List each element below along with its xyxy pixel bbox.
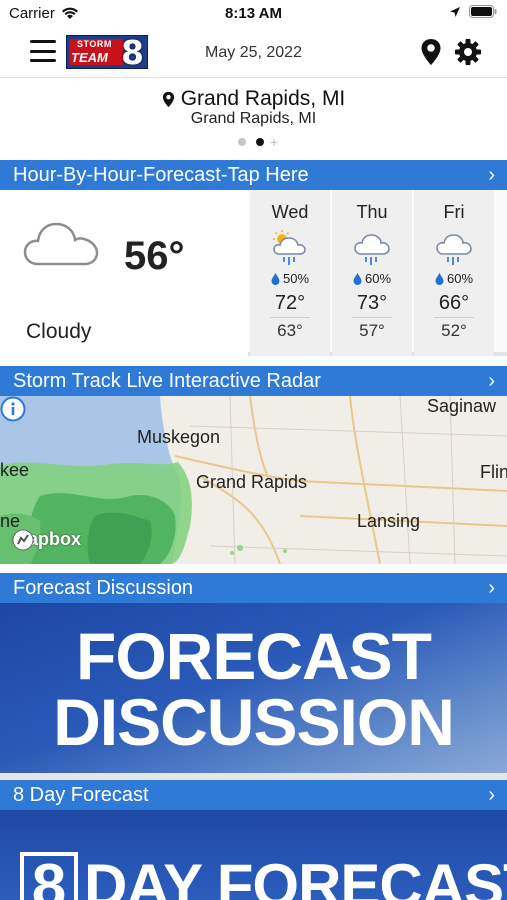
settings-button[interactable] (454, 38, 482, 66)
mapbox-attribution[interactable]: mapbox (12, 529, 81, 551)
forecast-day[interactable]: Thu 60% 73° 57° (332, 190, 412, 356)
precip-chance: 50% (250, 271, 330, 286)
forecast-low: 52° (441, 321, 467, 340)
raindrop-icon (435, 272, 444, 285)
banner-title-line2: DISCUSSION (53, 685, 455, 759)
forecast-low: 57° (359, 321, 385, 340)
precip-value: 60% (446, 271, 474, 286)
raindrop-icon (353, 272, 362, 285)
eight-day-forecast-bar[interactable]: 8 Day Forecast › (0, 780, 507, 810)
forecast-high: 73° (356, 292, 388, 314)
forecast-discussion-banner[interactable]: FORECAST DISCUSSION (0, 603, 507, 773)
gear-icon (455, 39, 481, 65)
eight-day-banner[interactable]: 8 DAY FORECAST (0, 810, 507, 900)
clock: 8:13 AM (225, 5, 282, 22)
page-indicator[interactable]: + (238, 135, 278, 149)
divider (0, 773, 507, 780)
hourly-forecast-bar[interactable]: Hour-By-Hour-Forecast-Tap Here › (0, 160, 507, 190)
forecast-day-name: Fri (443, 202, 465, 222)
page-dot[interactable] (238, 138, 246, 146)
info-icon[interactable] (0, 396, 26, 422)
banner-title-line1: FORECAST (76, 619, 432, 693)
map-label: Grand Rapids (196, 472, 308, 492)
location-title: Grand Rapids, MI (0, 87, 507, 111)
location-name: Grand Rapids, MI (180, 87, 346, 110)
location-panel[interactable]: Grand Rapids, MI Grand Rapids, MI + (0, 78, 507, 158)
partly-sunny-rain-icon (273, 230, 306, 265)
map-label: Flin (480, 462, 507, 482)
status-right (449, 5, 497, 18)
map-label: kee (0, 460, 30, 480)
chevron-right-icon: › (488, 577, 495, 599)
map-pin-icon (421, 39, 441, 65)
rain-icon (436, 234, 472, 265)
location-subtitle: Grand Rapids, MI (190, 110, 317, 127)
map-label: Muskegon (137, 427, 221, 447)
radar-label: Storm Track Live Interactive Radar (13, 370, 321, 392)
map-label: Saginaw (427, 396, 497, 416)
precip-chance: 60% (414, 271, 494, 286)
forecast-discussion-bar[interactable]: Forecast Discussion › (0, 573, 507, 603)
precip-value: 60% (364, 271, 392, 286)
page-dot-active[interactable] (256, 138, 264, 146)
forecast-high: 66° (438, 292, 470, 314)
radar-bar[interactable]: Storm Track Live Interactive Radar › (0, 366, 507, 396)
location-button[interactable] (420, 38, 442, 66)
banner-number: 8 (20, 852, 78, 900)
rain-icon (354, 234, 390, 265)
chevron-right-icon: › (488, 784, 495, 806)
eight-day-forecast-label: 8 Day Forecast (13, 784, 149, 806)
chevron-right-icon: › (488, 370, 495, 392)
precip-value: 50% (282, 271, 310, 286)
hamburger-icon-line (30, 40, 56, 43)
current-conditions: 56° Cloudy (0, 190, 248, 356)
forecast-day-name: Thu (356, 202, 388, 222)
map-pin-icon (162, 91, 174, 107)
forecast-day-name: Wed (271, 202, 309, 222)
add-location-icon[interactable]: + (270, 135, 278, 149)
chevron-right-icon: › (488, 164, 495, 186)
map-label: Lansing (357, 511, 421, 531)
cloud-icon (23, 222, 99, 266)
battery-icon (469, 5, 497, 18)
forecast-low: 63° (277, 321, 303, 340)
status-bar: Carrier 8:13 AM (0, 0, 507, 28)
banner-title: DAY FORECAST (84, 852, 507, 900)
mapbox-logo-icon (12, 529, 34, 551)
hourly-forecast-label: Hour-By-Hour-Forecast-Tap Here (13, 164, 309, 186)
precip-chance: 60% (332, 271, 412, 286)
current-temperature: 56° (124, 234, 185, 278)
current-condition: Cloudy (26, 320, 92, 343)
app-header: STORM TEAM 8 May 25, 2022 (0, 28, 507, 78)
forecast-day[interactable]: Wed 50% 72° 63° (250, 190, 330, 356)
forecast-day[interactable]: Fri 60% 66° 52° (414, 190, 494, 356)
radar-map[interactable]: Saginaw Muskegon kee Grand Rapids Flin n… (0, 396, 507, 564)
forecast-discussion-label: Forecast Discussion (13, 577, 194, 599)
forecast-high: 72° (274, 292, 306, 314)
location-arrow-icon (450, 6, 460, 17)
raindrop-icon (271, 272, 280, 285)
current-conditions-card[interactable]: 56° Cloudy Wed 50% 72° 63° Thu 60% 73° 5… (0, 190, 507, 356)
